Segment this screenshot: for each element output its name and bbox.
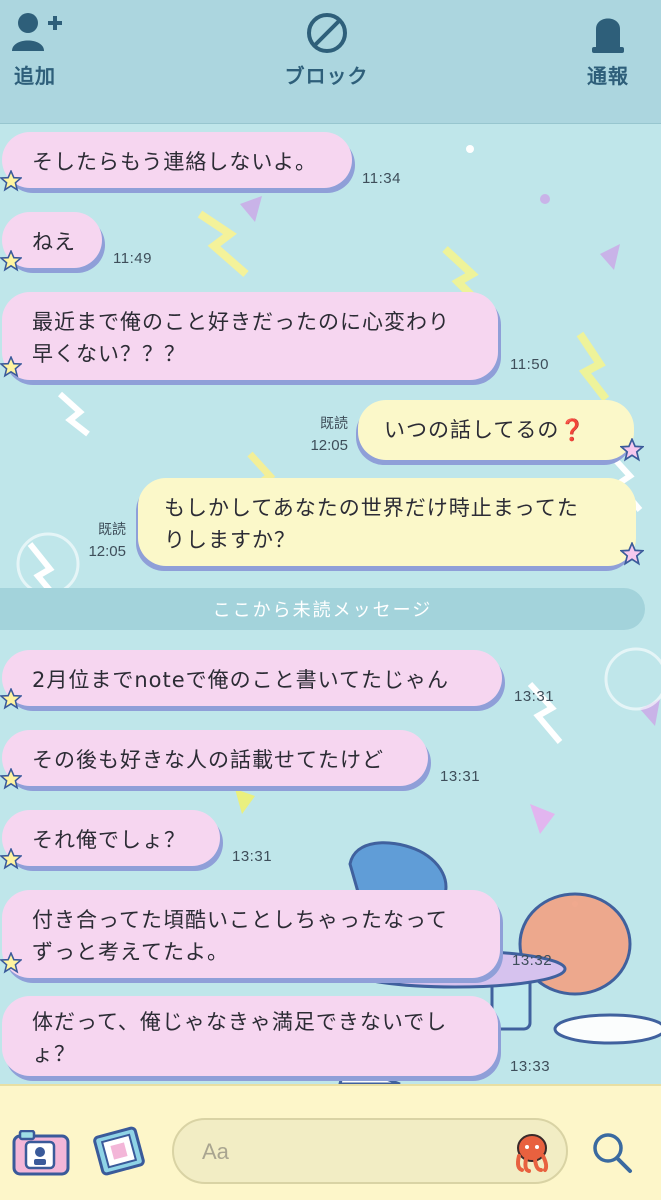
- message-time: 13:32: [512, 952, 553, 969]
- camera-button[interactable]: [12, 1129, 70, 1180]
- message-bubble[interactable]: その後も好きな人の話載せてたけど: [2, 730, 428, 786]
- camera-icon: [12, 1129, 70, 1176]
- message-text-line1: 付き合ってた頃酷いことしちゃったなって: [32, 908, 448, 932]
- message-bubble[interactable]: いつの話してるの❓: [358, 400, 634, 460]
- message-bubble[interactable]: 最近まで俺のこと好きだったのに心変わり 早くない？？？: [2, 292, 498, 380]
- message-text: ねえ: [32, 230, 76, 254]
- message-bubble[interactable]: そしたらもう連絡しないよ。: [2, 132, 352, 188]
- read-label: 既読: [320, 416, 348, 432]
- add-friend-icon: [10, 8, 66, 58]
- report-button[interactable]: 通報: [573, 8, 643, 89]
- search-icon: [593, 1133, 632, 1173]
- question-mark-emoji: ❓: [559, 418, 587, 442]
- message-time: 12:05: [310, 437, 348, 454]
- unread-messages-divider: ここから未読メッセージ: [0, 588, 645, 630]
- message-bubble[interactable]: 体だって、俺じゃなきゃ満足できないでし ょ？: [2, 996, 498, 1076]
- message-composer: Aa: [0, 1084, 661, 1200]
- message-text-line2: ょ？: [32, 1042, 76, 1066]
- add-friend-button[interactable]: 追加: [10, 8, 80, 89]
- message-time: 13:31: [514, 688, 555, 705]
- message-text-line1: 体だって、俺じゃなきゃ満足できないでし: [32, 1010, 448, 1034]
- octopus-sticker-icon[interactable]: [510, 1130, 554, 1174]
- star-icon: [0, 688, 22, 710]
- chat-timeline[interactable]: そしたらもう連絡しないよ。 11:34 ねえ 11:49 最近まで俺のこと好きだ…: [0, 124, 661, 1084]
- message-time: 13:31: [232, 848, 273, 865]
- block-label: ブロック: [284, 64, 369, 88]
- chat-action-bar: 追加 ブロック 通報: [0, 0, 661, 124]
- message-input-placeholder: Aa: [202, 1139, 229, 1164]
- star-icon: [0, 952, 22, 974]
- message-text-line1: 最近まで俺のこと好きだったのに心変わり: [32, 310, 450, 334]
- star-icon: [0, 250, 22, 272]
- message-bubble[interactable]: 付き合ってた頃酷いことしちゃったなって ずっと考えてたよ。: [2, 890, 500, 978]
- message-text: そしたらもう連絡しないよ。: [32, 150, 317, 174]
- photo-album-icon: [93, 1126, 145, 1176]
- read-receipt: 既読 12:05: [288, 414, 348, 456]
- message-time: 11:34: [362, 170, 401, 187]
- message-text-line2: ずっと考えてたよ。: [32, 940, 229, 964]
- block-button[interactable]: ブロック: [277, 8, 377, 89]
- message-bubble[interactable]: もしかしてあなたの世界だけ時止まってた りしますか？: [138, 478, 636, 566]
- message-time: 11:49: [113, 250, 152, 267]
- star-icon: [0, 170, 22, 192]
- report-alarm-icon: [590, 8, 626, 58]
- message-time: 12:05: [88, 543, 126, 560]
- message-text: その後も好きな人の話載せてたけど: [32, 748, 384, 772]
- message-text: いつの話してるの: [384, 418, 560, 442]
- read-label: 既読: [98, 522, 126, 538]
- message-text: 2月位までnoteで俺のこと書いてたじゃん: [32, 668, 450, 692]
- message-text-line1: もしかしてあなたの世界だけ時止まってた: [164, 496, 579, 520]
- search-button[interactable]: [590, 1130, 634, 1178]
- star-icon: [620, 542, 644, 566]
- message-input[interactable]: Aa: [172, 1118, 568, 1184]
- star-icon: [0, 356, 22, 378]
- message-bubble[interactable]: それ俺でしょ？: [2, 810, 220, 866]
- block-icon: [305, 8, 349, 58]
- add-friend-label: 追加: [14, 64, 56, 88]
- read-receipt: 既読 12:05: [66, 520, 126, 562]
- message-time: 13:31: [440, 768, 481, 785]
- report-label: 通報: [587, 64, 629, 88]
- star-icon: [620, 438, 644, 462]
- message-text-line2: 早くない？？？: [32, 342, 186, 366]
- message-bubble[interactable]: 2月位までnoteで俺のこと書いてたじゃん: [2, 650, 502, 706]
- message-text-line2: りしますか？: [164, 528, 296, 552]
- star-icon: [0, 848, 22, 870]
- photo-album-button[interactable]: [92, 1124, 146, 1182]
- message-time: 11:50: [510, 356, 549, 373]
- message-text: それ俺でしょ？: [32, 828, 186, 852]
- message-time: 13:33: [510, 1058, 551, 1075]
- star-icon: [0, 768, 22, 790]
